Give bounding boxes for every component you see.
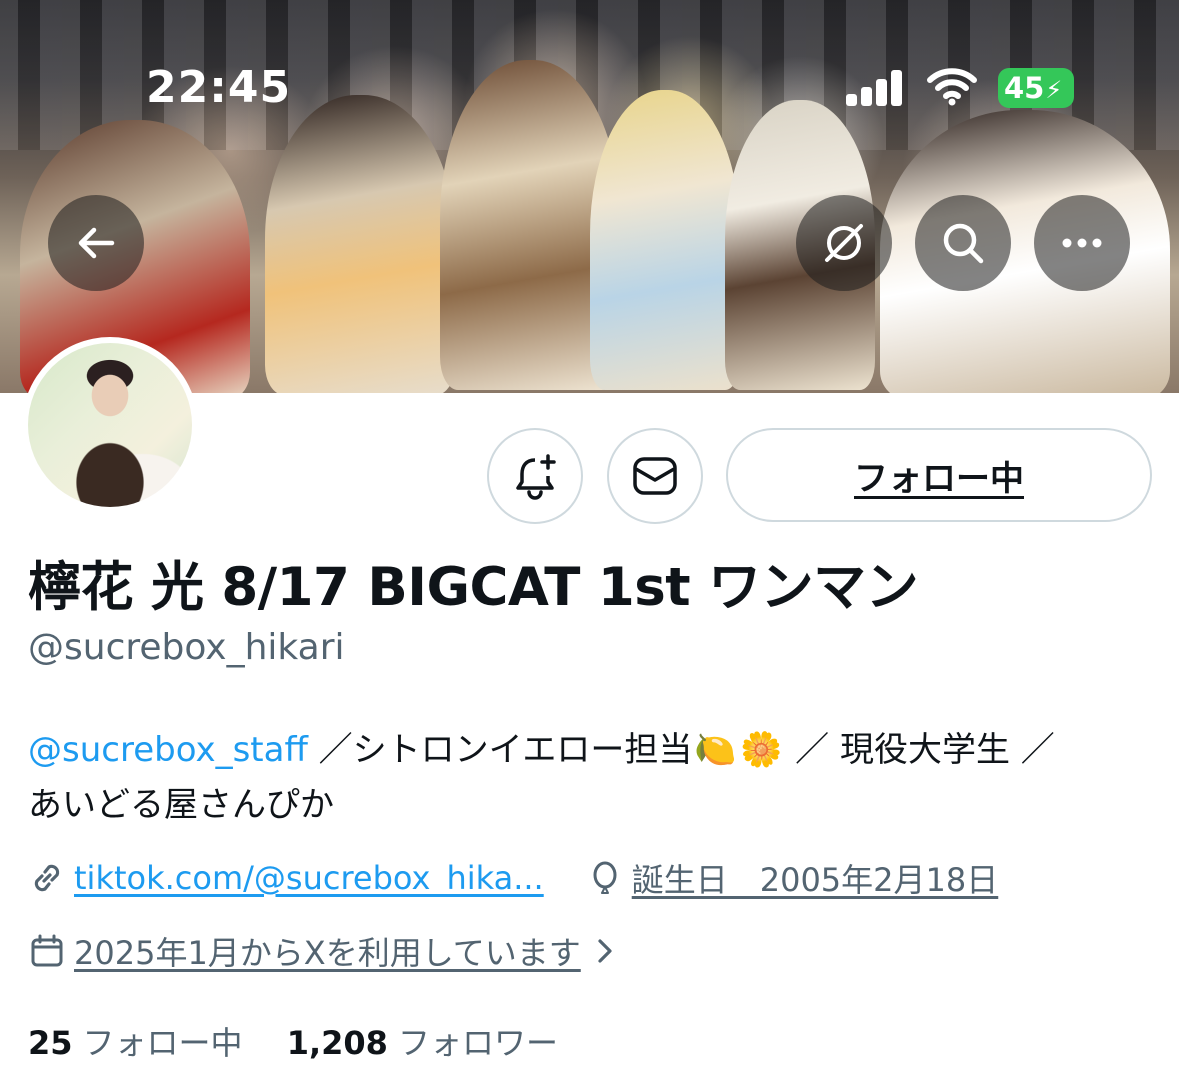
wifi-icon	[926, 66, 978, 106]
following-label: フォロー中	[82, 1024, 243, 1062]
joined-date-text: 2025年1月からXを利用しています	[74, 934, 581, 972]
battery-level: 45	[1004, 71, 1045, 105]
bio-mention-link[interactable]: @sucrebox_staff	[28, 730, 308, 770]
battery-indicator: 45⚡	[998, 68, 1074, 108]
message-button[interactable]	[607, 428, 703, 524]
cellular-signal-icon	[846, 70, 904, 106]
slash-circle-icon	[825, 224, 863, 262]
followers-count: 1,208	[286, 1024, 388, 1062]
bio-text: ／シトロンイエロー担当	[307, 730, 693, 770]
profile-meta-row: tiktok.com/@sucrebox_hika... 誕生日 2005年2月…	[28, 855, 998, 901]
calendar-icon	[31, 934, 63, 967]
birthday-text: 誕生日 2005年2月18日	[631, 861, 999, 899]
lemon-emoji: 🍋	[694, 730, 737, 770]
banner-figure	[590, 90, 740, 390]
flower-emoji: 🌼	[740, 730, 783, 770]
follow-counts: 25 フォロー中 1,208 フォロワー	[28, 1018, 558, 1064]
envelope-icon	[633, 457, 677, 495]
website-link[interactable]: tiktok.com/@sucrebox_hika...	[74, 859, 544, 897]
followers-count-link[interactable]: 1,208 フォロワー	[287, 1024, 558, 1062]
bio-text: あいどる屋さんぴか	[28, 785, 334, 825]
banner-figure	[265, 95, 455, 393]
profile-avatar[interactable]	[22, 337, 198, 513]
following-count-link[interactable]: 25 フォロー中	[28, 1024, 243, 1062]
notifications-button[interactable]	[487, 428, 583, 524]
display-name: 檸花 光 8/17 BIGCAT 1st ワンマン	[28, 557, 919, 618]
search-button[interactable]	[915, 195, 1011, 291]
arrow-left-icon	[78, 227, 115, 259]
link-icon	[34, 864, 60, 892]
more-button[interactable]	[1034, 195, 1130, 291]
balloon-icon	[593, 861, 617, 894]
status-time: 22:45	[146, 62, 292, 113]
back-button[interactable]	[48, 195, 144, 291]
bell-plus-icon	[516, 454, 556, 500]
user-handle: @sucrebox_hikari	[28, 627, 345, 668]
bio-text: ／ 現役大学生 ／	[784, 730, 1055, 770]
more-horizontal-icon	[1062, 238, 1102, 248]
profile-banner[interactable]: 22:45 45⚡	[0, 0, 1179, 393]
followers-label: フォロワー	[397, 1024, 558, 1062]
grok-button[interactable]	[796, 195, 892, 291]
following-button[interactable]: フォロー中	[726, 428, 1152, 522]
avatar-image	[28, 343, 192, 507]
search-icon	[943, 223, 984, 264]
following-count: 25	[28, 1024, 73, 1062]
chevron-right-icon	[598, 939, 612, 963]
profile-bio: @sucrebox_staff ／シトロンイエロー担当🍋 🌼 ／ 現役大学生 ／ …	[28, 723, 1158, 833]
joined-row[interactable]: 2025年1月からXを利用しています	[28, 928, 627, 974]
charging-bolt-icon: ⚡	[1045, 76, 1063, 104]
